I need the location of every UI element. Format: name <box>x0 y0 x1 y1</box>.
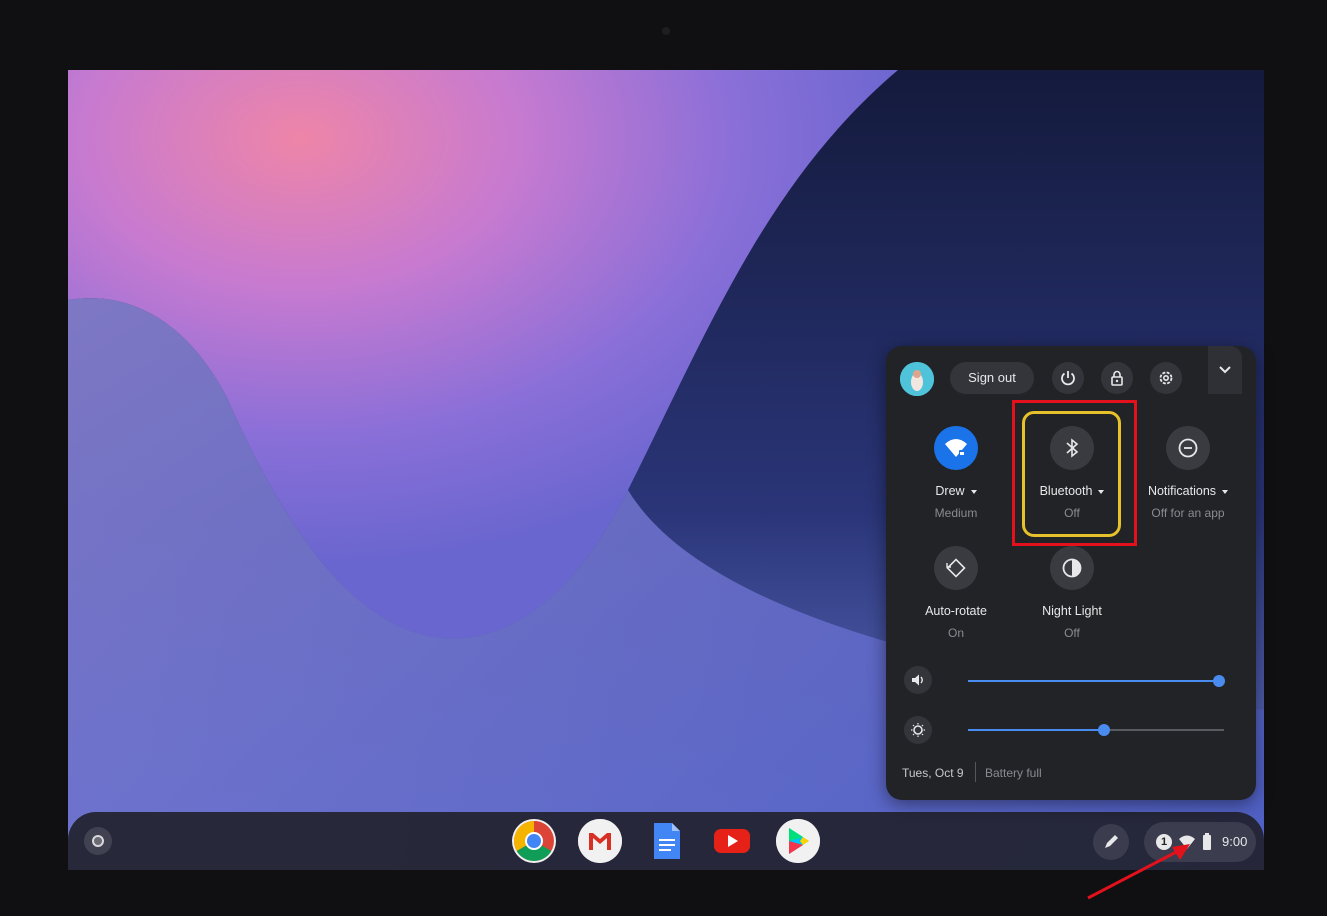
tile-notifications-label: Notifications <box>1147 484 1217 498</box>
brightness-slider-fill <box>968 729 1104 731</box>
play-store-icon <box>776 819 820 863</box>
tile-wifi[interactable]: Drew Medium <box>900 426 1010 536</box>
avatar[interactable] <box>900 362 934 396</box>
night-light-toggle[interactable] <box>1050 546 1094 590</box>
tile-notifications-status: Off for an app <box>1151 506 1225 520</box>
volume-slider[interactable] <box>968 675 1225 687</box>
launcher-button[interactable] <box>84 827 112 855</box>
brightness-icon <box>911 723 925 737</box>
docs-app[interactable] <box>644 819 688 863</box>
dropdown-caret-icon[interactable] <box>1222 489 1229 494</box>
notifications-toggle[interactable] <box>1166 426 1210 470</box>
tile-notifications[interactable]: Notifications Off for an app <box>1132 426 1242 536</box>
power-button[interactable] <box>1052 362 1084 394</box>
tile-night-light-label: Night Light <box>1042 604 1102 618</box>
launcher-icon <box>92 835 104 847</box>
sign-out-button[interactable]: Sign out <box>950 362 1034 394</box>
settings-button[interactable] <box>1150 362 1182 394</box>
gear-icon <box>1159 371 1173 385</box>
auto-rotate-icon <box>946 558 966 578</box>
auto-rotate-toggle[interactable] <box>934 546 978 590</box>
wifi-toggle[interactable] <box>934 426 978 470</box>
battery-status: Battery full <box>985 766 1042 780</box>
do-not-disturb-icon <box>1178 438 1198 458</box>
play-store-app[interactable] <box>776 819 820 863</box>
tile-wifi-label: Drew <box>935 484 965 498</box>
camera-dot <box>662 27 670 35</box>
volume-slider-thumb[interactable] <box>1212 675 1225 687</box>
user-avatar-icon <box>900 362 934 396</box>
collapse-button[interactable] <box>1208 346 1242 394</box>
gmail-app[interactable] <box>578 819 622 863</box>
device-bezel: 1 9:00 Sign out Drew Medium Bluetooth Of… <box>0 0 1327 916</box>
divider <box>975 762 976 782</box>
brightness-slider-thumb[interactable] <box>1097 724 1110 736</box>
brightness-slider[interactable] <box>968 724 1224 736</box>
volume-mute-button[interactable] <box>904 666 932 694</box>
date-label[interactable]: Tues, Oct 9 <box>902 766 964 780</box>
gmail-icon <box>578 819 622 863</box>
tile-auto-rotate-status: On <box>947 626 964 640</box>
tile-night-light-status: Off <box>1064 626 1080 640</box>
battery-icon <box>1203 833 1211 850</box>
dropdown-caret-icon[interactable] <box>970 489 977 494</box>
chevron-down-icon <box>1219 366 1231 374</box>
tile-wifi-status: Medium <box>934 506 978 520</box>
night-light-icon <box>1062 558 1082 578</box>
annotation-highlight-yellow <box>1022 411 1121 537</box>
tile-night-light[interactable]: Night Light Off <box>1016 546 1126 656</box>
volume-icon <box>912 674 923 686</box>
chrome-icon <box>514 821 554 861</box>
clock: 9:00 <box>1222 834 1248 849</box>
lock-button[interactable] <box>1101 362 1133 394</box>
chrome-app[interactable] <box>512 819 556 863</box>
annotation-arrow-icon <box>1087 844 1190 900</box>
power-icon <box>1061 371 1075 386</box>
volume-slider-fill <box>968 680 1219 682</box>
brightness-button <box>904 716 932 744</box>
tile-auto-rotate[interactable]: Auto-rotate On <box>900 546 1010 656</box>
tile-auto-rotate-label: Auto-rotate <box>925 604 987 618</box>
lock-icon <box>1111 370 1123 386</box>
youtube-app[interactable] <box>710 819 754 863</box>
youtube-icon <box>714 829 750 853</box>
wifi-icon <box>945 439 967 457</box>
docs-icon <box>654 823 680 859</box>
